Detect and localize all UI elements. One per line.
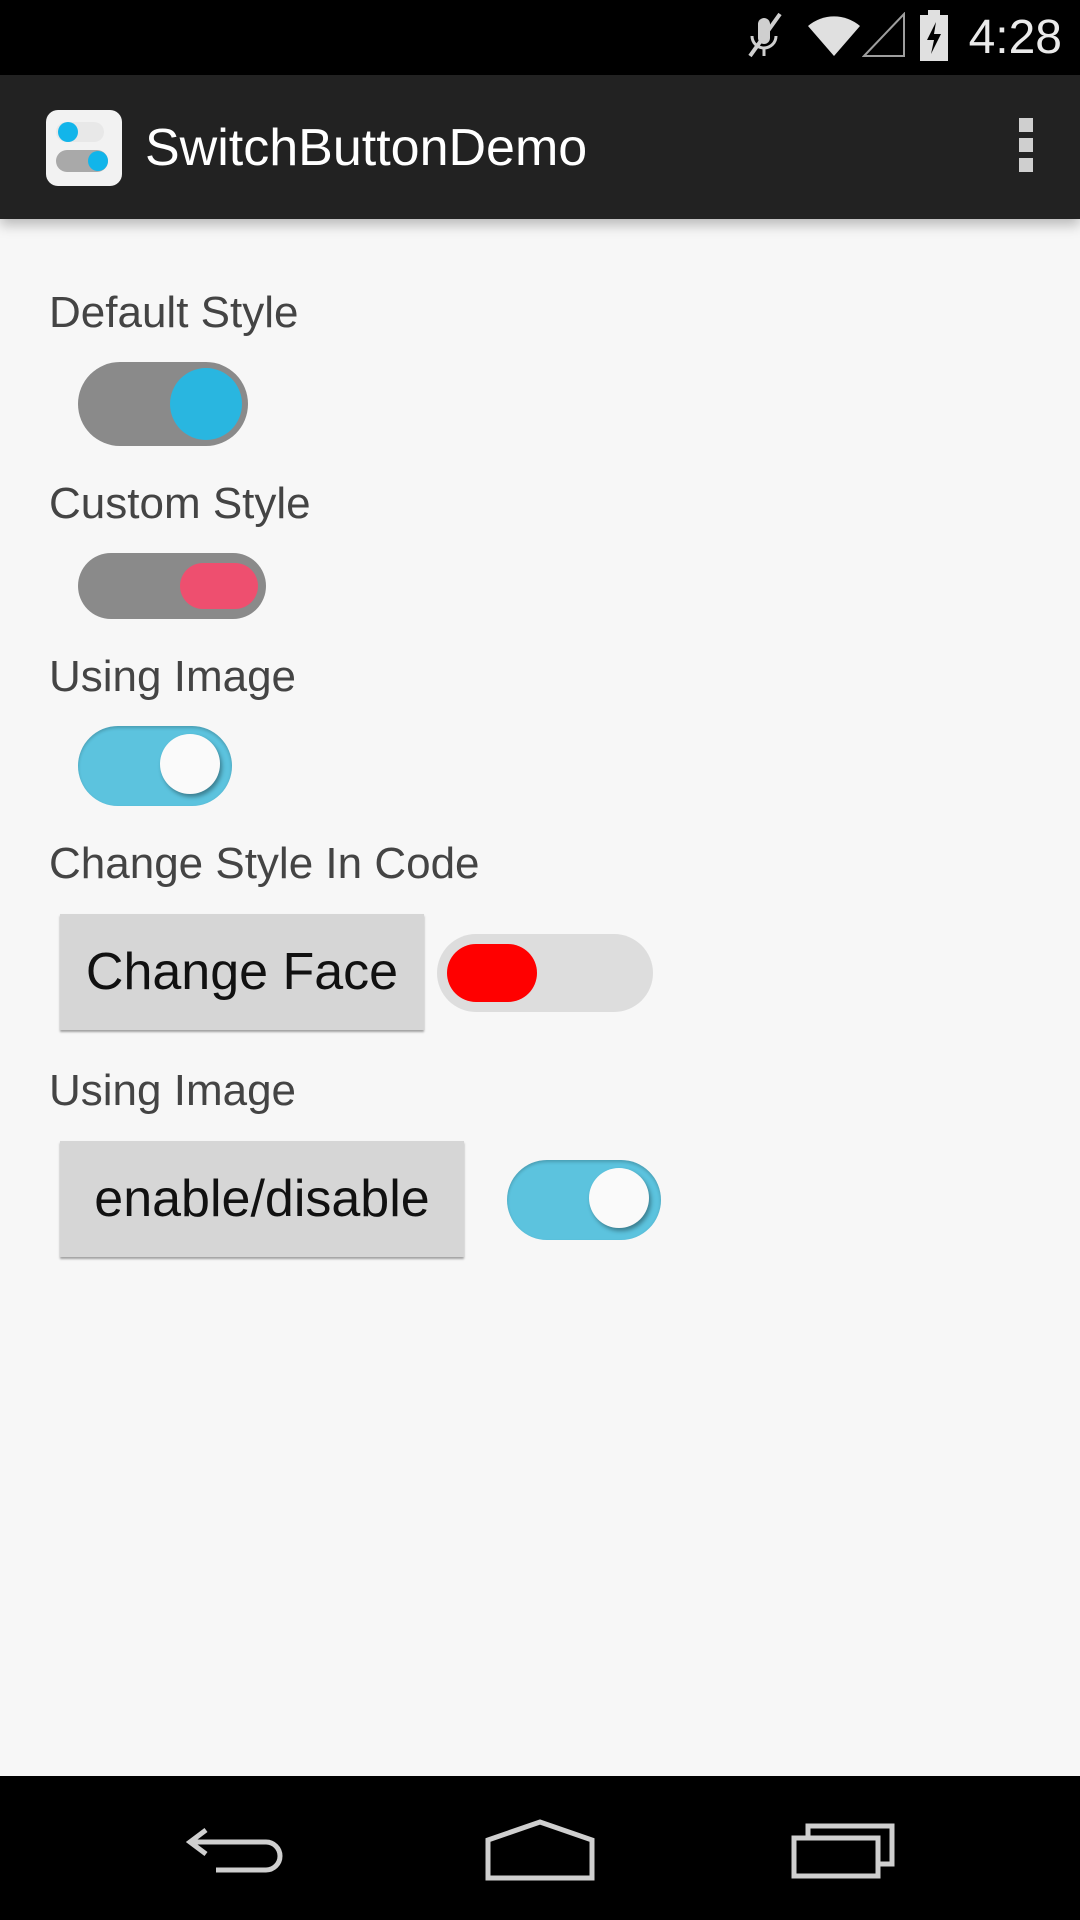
switch-thumb xyxy=(160,734,220,794)
back-icon[interactable] xyxy=(186,1820,290,1880)
home-icon[interactable] xyxy=(484,1818,596,1882)
wifi-icon xyxy=(808,16,860,56)
enable-disable-button[interactable]: enable/disable xyxy=(60,1141,464,1257)
change-style-label: Change Style In Code xyxy=(49,839,480,888)
using-image-label: Using Image xyxy=(49,652,297,701)
change-style-switch[interactable] xyxy=(437,934,653,1012)
switch-thumb xyxy=(170,368,242,440)
switch-app-icon xyxy=(46,110,122,186)
enable-disable-switch[interactable] xyxy=(507,1160,661,1240)
custom-style-switch[interactable] xyxy=(78,553,266,619)
signal-icon xyxy=(862,12,905,57)
overflow-menu-icon[interactable] xyxy=(1006,115,1046,179)
default-style-label: Default Style xyxy=(49,288,299,337)
default-style-switch[interactable] xyxy=(78,362,248,446)
mute-icon xyxy=(748,12,782,58)
battery-charging-icon xyxy=(920,10,948,61)
change-face-button[interactable]: Change Face xyxy=(60,914,424,1030)
switch-thumb xyxy=(447,944,537,1002)
action-bar: SwitchButtonDemo xyxy=(0,75,1080,219)
using-image-switch[interactable] xyxy=(78,726,232,806)
switch-thumb xyxy=(180,563,258,609)
status-bar: 4:28 xyxy=(0,0,1080,75)
custom-style-label: Custom Style xyxy=(49,479,311,528)
using-image-label-2: Using Image xyxy=(49,1066,297,1115)
app-title: SwitchButtonDemo xyxy=(145,119,588,177)
switch-thumb xyxy=(589,1168,649,1228)
status-time: 4:28 xyxy=(968,11,1062,64)
navigation-bar xyxy=(0,1776,1080,1920)
recent-apps-icon[interactable] xyxy=(790,1820,896,1880)
